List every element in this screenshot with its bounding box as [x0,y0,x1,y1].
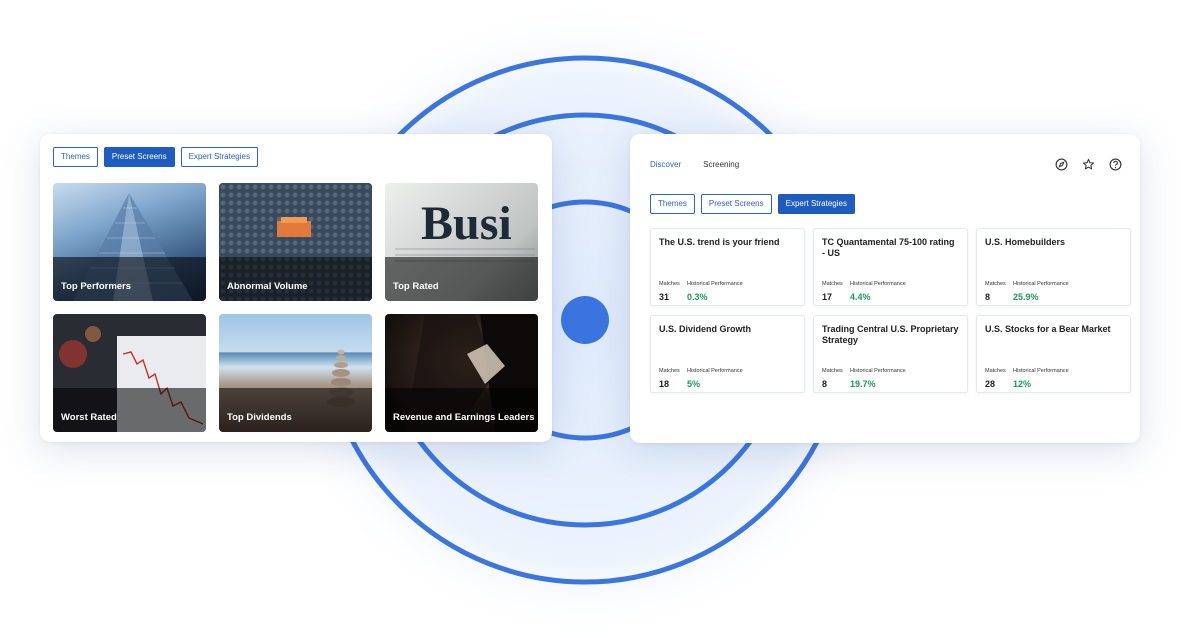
tile-label: Revenue and Earnings Leaders [393,412,535,423]
preset-tile-grid: Top Performers Abnormal Volume Busi Top … [53,183,538,432]
performance-label: Historical Performance [850,281,906,287]
help-icon[interactable] [1109,158,1122,171]
star-icon[interactable] [1082,158,1095,171]
strategy-card[interactable]: U.S. Homebuilders Matches Historical Per… [976,228,1131,306]
strategy-title: Trading Central U.S. Proprietary Strateg… [822,324,959,345]
performance-label: Historical Performance [1013,368,1069,374]
matches-label: Matches [985,281,1006,287]
newspaper-headline: Busi [421,197,512,250]
nav-screening[interactable]: Screening [703,160,739,169]
strategy-title: U.S. Stocks for a Bear Market [985,324,1111,334]
performance-label: Historical Performance [687,281,743,287]
strategy-title: U.S. Dividend Growth [659,324,752,334]
performance-label: Historical Performance [1013,281,1069,287]
strategy-card[interactable]: U.S. Dividend Growth Matches Historical … [650,315,805,393]
preset-screens-panel: Themes Preset Screens Expert Strategies … [40,134,552,442]
performance-value: 0.3% [687,292,708,302]
nav-discover[interactable]: Discover [650,160,681,169]
matches-label: Matches [822,281,843,287]
performance-value: 12% [1013,379,1032,389]
center-dot [561,296,609,344]
tab-expert-strategies[interactable]: Expert Strategies [777,194,855,214]
strategy-title: The U.S. trend is your friend [659,237,780,247]
tile-abnormal-volume[interactable]: Abnormal Volume [219,183,372,301]
tab-themes[interactable]: Themes [650,194,695,214]
performance-label: Historical Performance [687,368,743,374]
strategy-card[interactable]: TC Quantamental 75-100 rating - US Match… [813,228,968,306]
performance-value: 4.4% [850,292,871,302]
matches-value: 8 [985,292,991,302]
matches-label: Matches [659,368,680,374]
tab-preset-screens[interactable]: Preset Screens [103,147,175,167]
matches-label: Matches [659,281,680,287]
matches-value: 18 [659,379,670,389]
strategy-title: TC Quantamental 75-100 rating - US [822,237,955,258]
tile-label: Abnormal Volume [227,281,308,292]
tile-label: Top Performers [61,281,132,292]
compass-icon[interactable] [1055,158,1068,171]
strategy-card[interactable]: U.S. Stocks for a Bear Market Matches Hi… [976,315,1131,393]
strategy-card-grid: The U.S. trend is your friend Matches Hi… [650,228,1131,393]
tile-revenue-earnings-leaders[interactable]: Revenue and Earnings Leaders [385,314,538,432]
tab-expert-strategies[interactable]: Expert Strategies [180,147,258,167]
performance-value: 5% [687,379,701,389]
tab-preset-screens[interactable]: Preset Screens [700,194,772,214]
left-tab-bar: Themes Preset Screens Expert Strategies [53,147,258,167]
matches-value: 28 [985,379,996,389]
tile-top-performers[interactable]: Top Performers [53,183,206,301]
right-tab-bar: Themes Preset Screens Expert Strategies [650,194,855,214]
tile-top-rated[interactable]: Busi Top Rated [385,183,538,301]
tab-themes[interactable]: Themes [53,147,98,167]
tile-label: Top Rated [393,281,439,292]
strategy-card[interactable]: The U.S. trend is your friend Matches Hi… [650,228,805,306]
header-icons [1055,158,1122,171]
performance-label: Historical Performance [850,368,906,374]
top-nav: Discover Screening [650,160,739,169]
performance-value: 19.7% [850,379,876,389]
tile-top-dividends[interactable]: Top Dividends [219,314,372,432]
matches-value: 17 [822,292,833,302]
strategy-title: U.S. Homebuilders [985,237,1066,247]
matches-label: Matches [822,368,843,374]
matches-value: 31 [659,292,670,302]
strategy-card[interactable]: Trading Central U.S. Proprietary Strateg… [813,315,968,393]
matches-value: 8 [822,379,828,389]
tile-label: Worst Rated [61,412,117,423]
tile-worst-rated[interactable]: Worst Rated [53,314,206,432]
matches-label: Matches [985,368,1006,374]
tile-label: Top Dividends [227,412,292,423]
performance-value: 25.9% [1013,292,1039,302]
expert-strategies-panel: Discover Screening Themes Preset Screens… [630,134,1140,443]
